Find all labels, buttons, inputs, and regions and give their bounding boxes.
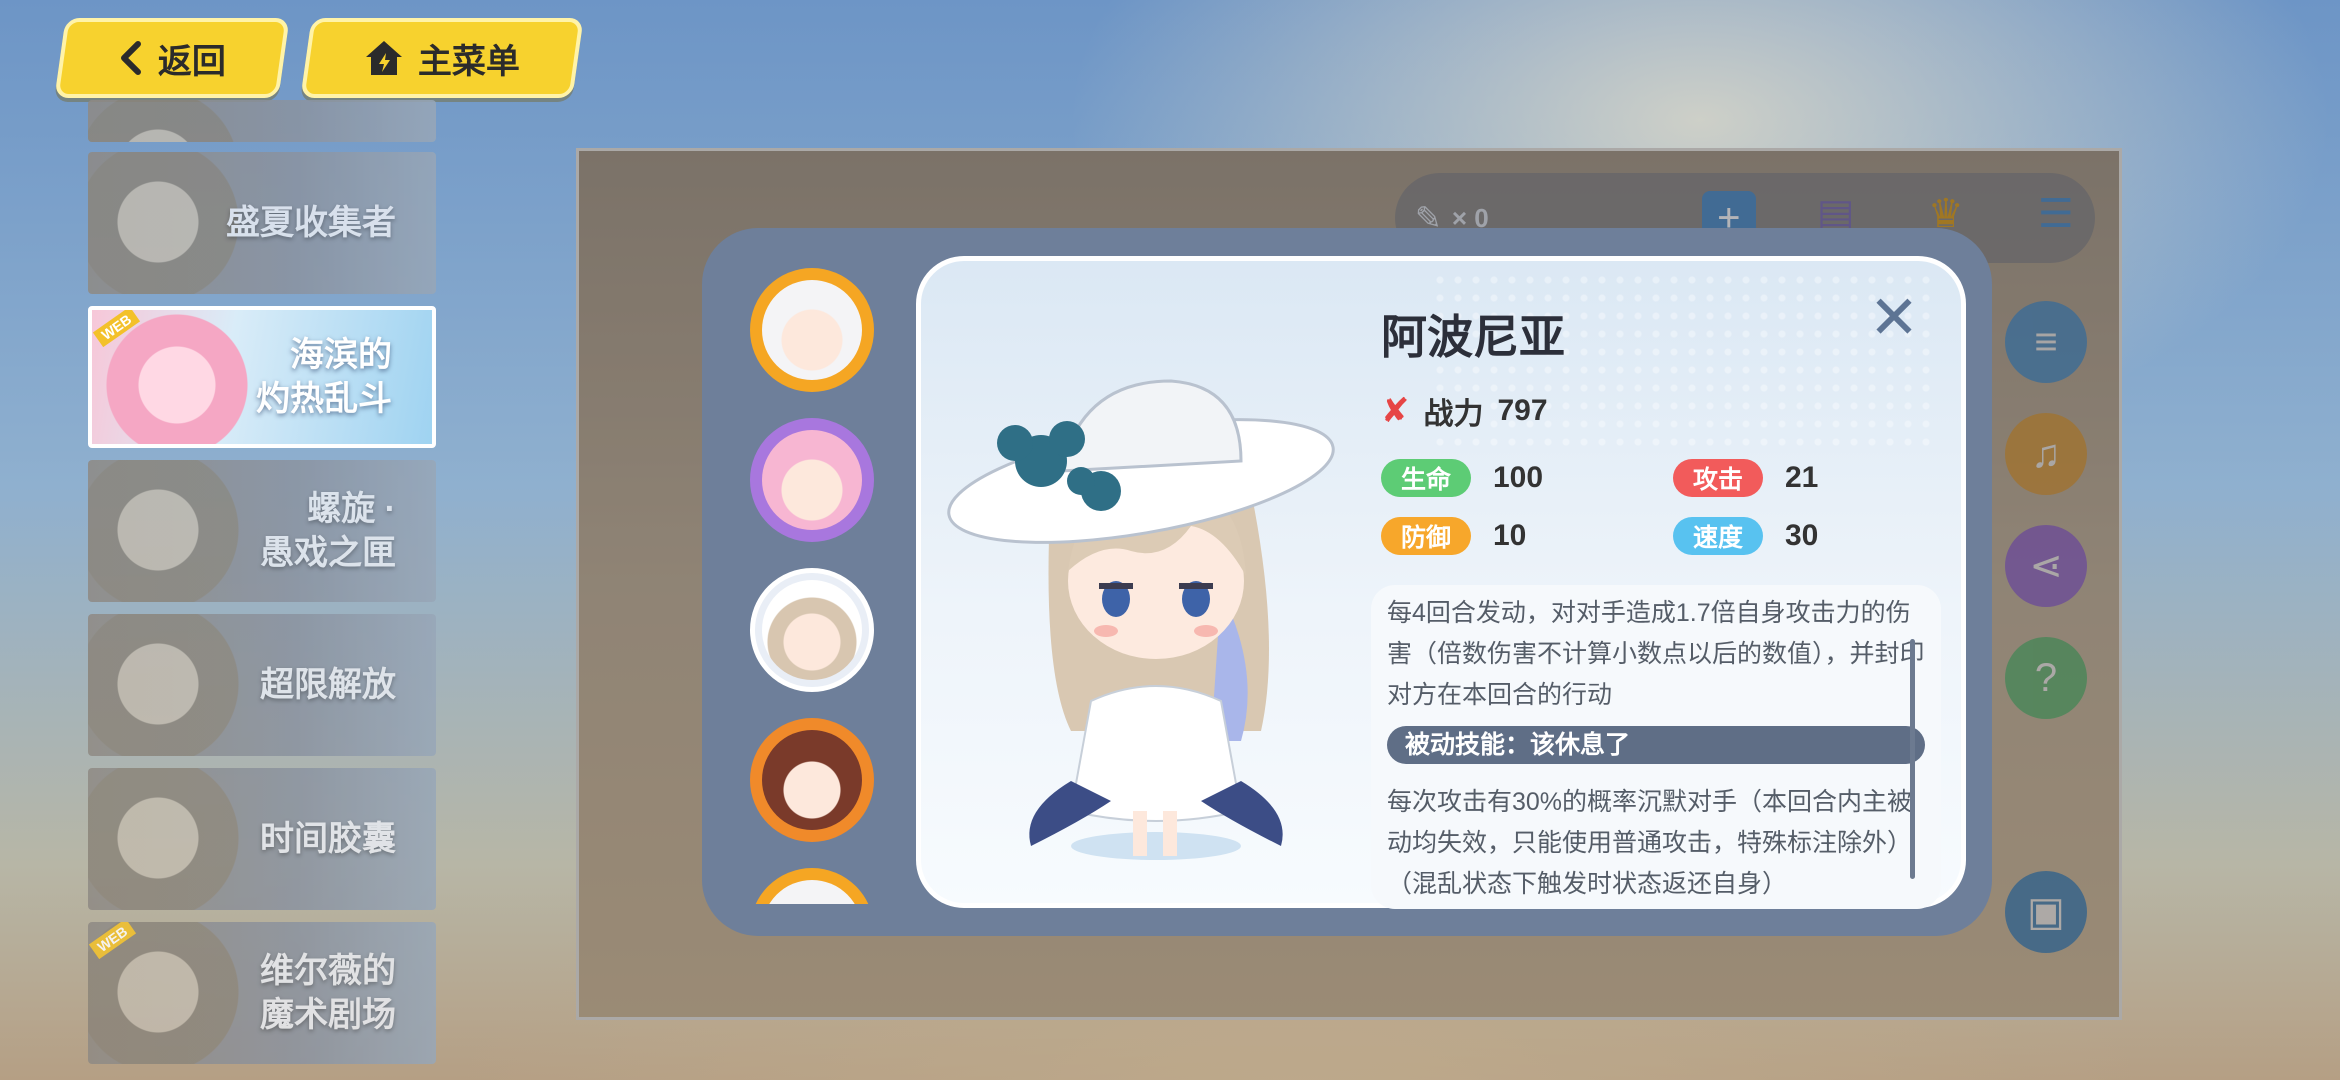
close-icon[interactable]: ✕ bbox=[1867, 288, 1921, 348]
back-button[interactable]: 返回 bbox=[54, 18, 290, 98]
character-thumb-partial[interactable] bbox=[750, 868, 874, 904]
stat-atk: 攻击 21 bbox=[1673, 459, 1818, 497]
character-card: ✕ 阿波尼亚 ✘ 战力 797 生命 100 攻击 21 防御 10 速度 30… bbox=[916, 256, 1966, 909]
stat-spd: 速度 30 bbox=[1673, 517, 1818, 555]
character-illustration bbox=[947, 379, 1335, 860]
avatar bbox=[762, 280, 862, 380]
event-art bbox=[88, 460, 258, 602]
def-chip: 防御 bbox=[1381, 517, 1471, 555]
event-label: 螺旋 · 愚戏之匣 bbox=[260, 490, 396, 572]
atk-chip: 攻击 bbox=[1673, 459, 1763, 497]
stat-hp: 生命 100 bbox=[1381, 459, 1543, 497]
event-item-summer-collector[interactable]: 盛夏收集者 bbox=[88, 152, 436, 294]
skill-description-panel[interactable]: 每4回合发动，对对手造成1.7倍自身攻击力的伤害（倍数伤害不计算小数点以后的数值… bbox=[1371, 585, 1941, 909]
main-menu-button[interactable]: 主菜单 bbox=[300, 18, 584, 98]
event-art bbox=[88, 614, 258, 756]
event-item-magic-theater[interactable]: WEB 维尔薇的 魔术剧场 bbox=[88, 922, 436, 1064]
stat-def: 防御 10 bbox=[1381, 517, 1526, 555]
spd-value: 30 bbox=[1785, 519, 1819, 552]
character-thumb-brown-hair[interactable] bbox=[750, 718, 874, 842]
event-label: 海滨的 灼热乱斗 bbox=[256, 336, 392, 418]
back-button-label: 返回 bbox=[158, 42, 226, 81]
active-skill-description: 每4回合发动，对对手造成1.7倍自身攻击力的伤害（倍数伤害不计算小数点以后的数值… bbox=[1387, 599, 1925, 709]
spd-chip: 速度 bbox=[1673, 517, 1763, 555]
avatar bbox=[762, 580, 862, 680]
character-name: 阿波尼亚 bbox=[1381, 311, 1565, 363]
event-label: 维尔薇的 魔术剧场 bbox=[260, 952, 396, 1034]
event-label: 时间胶囊 bbox=[260, 820, 396, 858]
event-art bbox=[88, 100, 258, 142]
character-thumb-aponia[interactable] bbox=[750, 568, 874, 692]
event-label: 超限解放 bbox=[260, 666, 396, 704]
passive-skill-title: 被动技能：该休息了 bbox=[1387, 726, 1925, 764]
scrollbar[interactable] bbox=[1910, 639, 1915, 879]
avatar bbox=[762, 430, 862, 530]
crossed-swords-icon: ✘ bbox=[1381, 392, 1410, 430]
event-item-time-capsule[interactable]: 时间胶囊 bbox=[88, 768, 436, 910]
event-item-limit-release[interactable]: 超限解放 bbox=[88, 614, 436, 756]
event-item-beach-brawl[interactable]: WEB 海滨的 灼热乱斗 bbox=[88, 306, 436, 448]
home-icon bbox=[364, 39, 404, 77]
event-art bbox=[88, 768, 258, 910]
event-item-spiral-box[interactable]: 螺旋 · 愚戏之匣 bbox=[88, 460, 436, 602]
avatar bbox=[762, 880, 862, 904]
atk-value: 21 bbox=[1785, 461, 1819, 494]
power-value: 797 bbox=[1497, 394, 1548, 427]
hp-chip: 生命 bbox=[1381, 459, 1471, 497]
passive-skill-description: 每次攻击有30%的概率沉默对手（本回合内主被动均失效，只能使用普通攻击，特殊标注… bbox=[1387, 788, 1913, 898]
avatar bbox=[762, 730, 862, 830]
hp-value: 100 bbox=[1493, 461, 1544, 494]
main-menu-label: 主菜单 bbox=[418, 42, 520, 81]
character-thumbnail-list[interactable] bbox=[742, 268, 882, 904]
event-label: 盛夏收集者 bbox=[226, 204, 396, 242]
event-list[interactable]: 盛夏收集者 WEB 海滨的 灼热乱斗 螺旋 · 愚戏之匣 超限解放 时间胶囊 W… bbox=[88, 100, 440, 1076]
power-label: 战力 bbox=[1423, 398, 1484, 431]
character-dialog: ✕ 阿波尼亚 ✘ 战力 797 生命 100 攻击 21 防御 10 速度 30… bbox=[702, 228, 1992, 936]
chevron-left-icon bbox=[118, 41, 144, 75]
character-thumb-white-hair[interactable] bbox=[750, 268, 874, 392]
event-item-partial[interactable] bbox=[88, 100, 436, 142]
def-value: 10 bbox=[1493, 519, 1527, 552]
combat-power: ✘ 战力 797 bbox=[1381, 389, 1548, 433]
character-thumb-pink-hair[interactable] bbox=[750, 418, 874, 542]
